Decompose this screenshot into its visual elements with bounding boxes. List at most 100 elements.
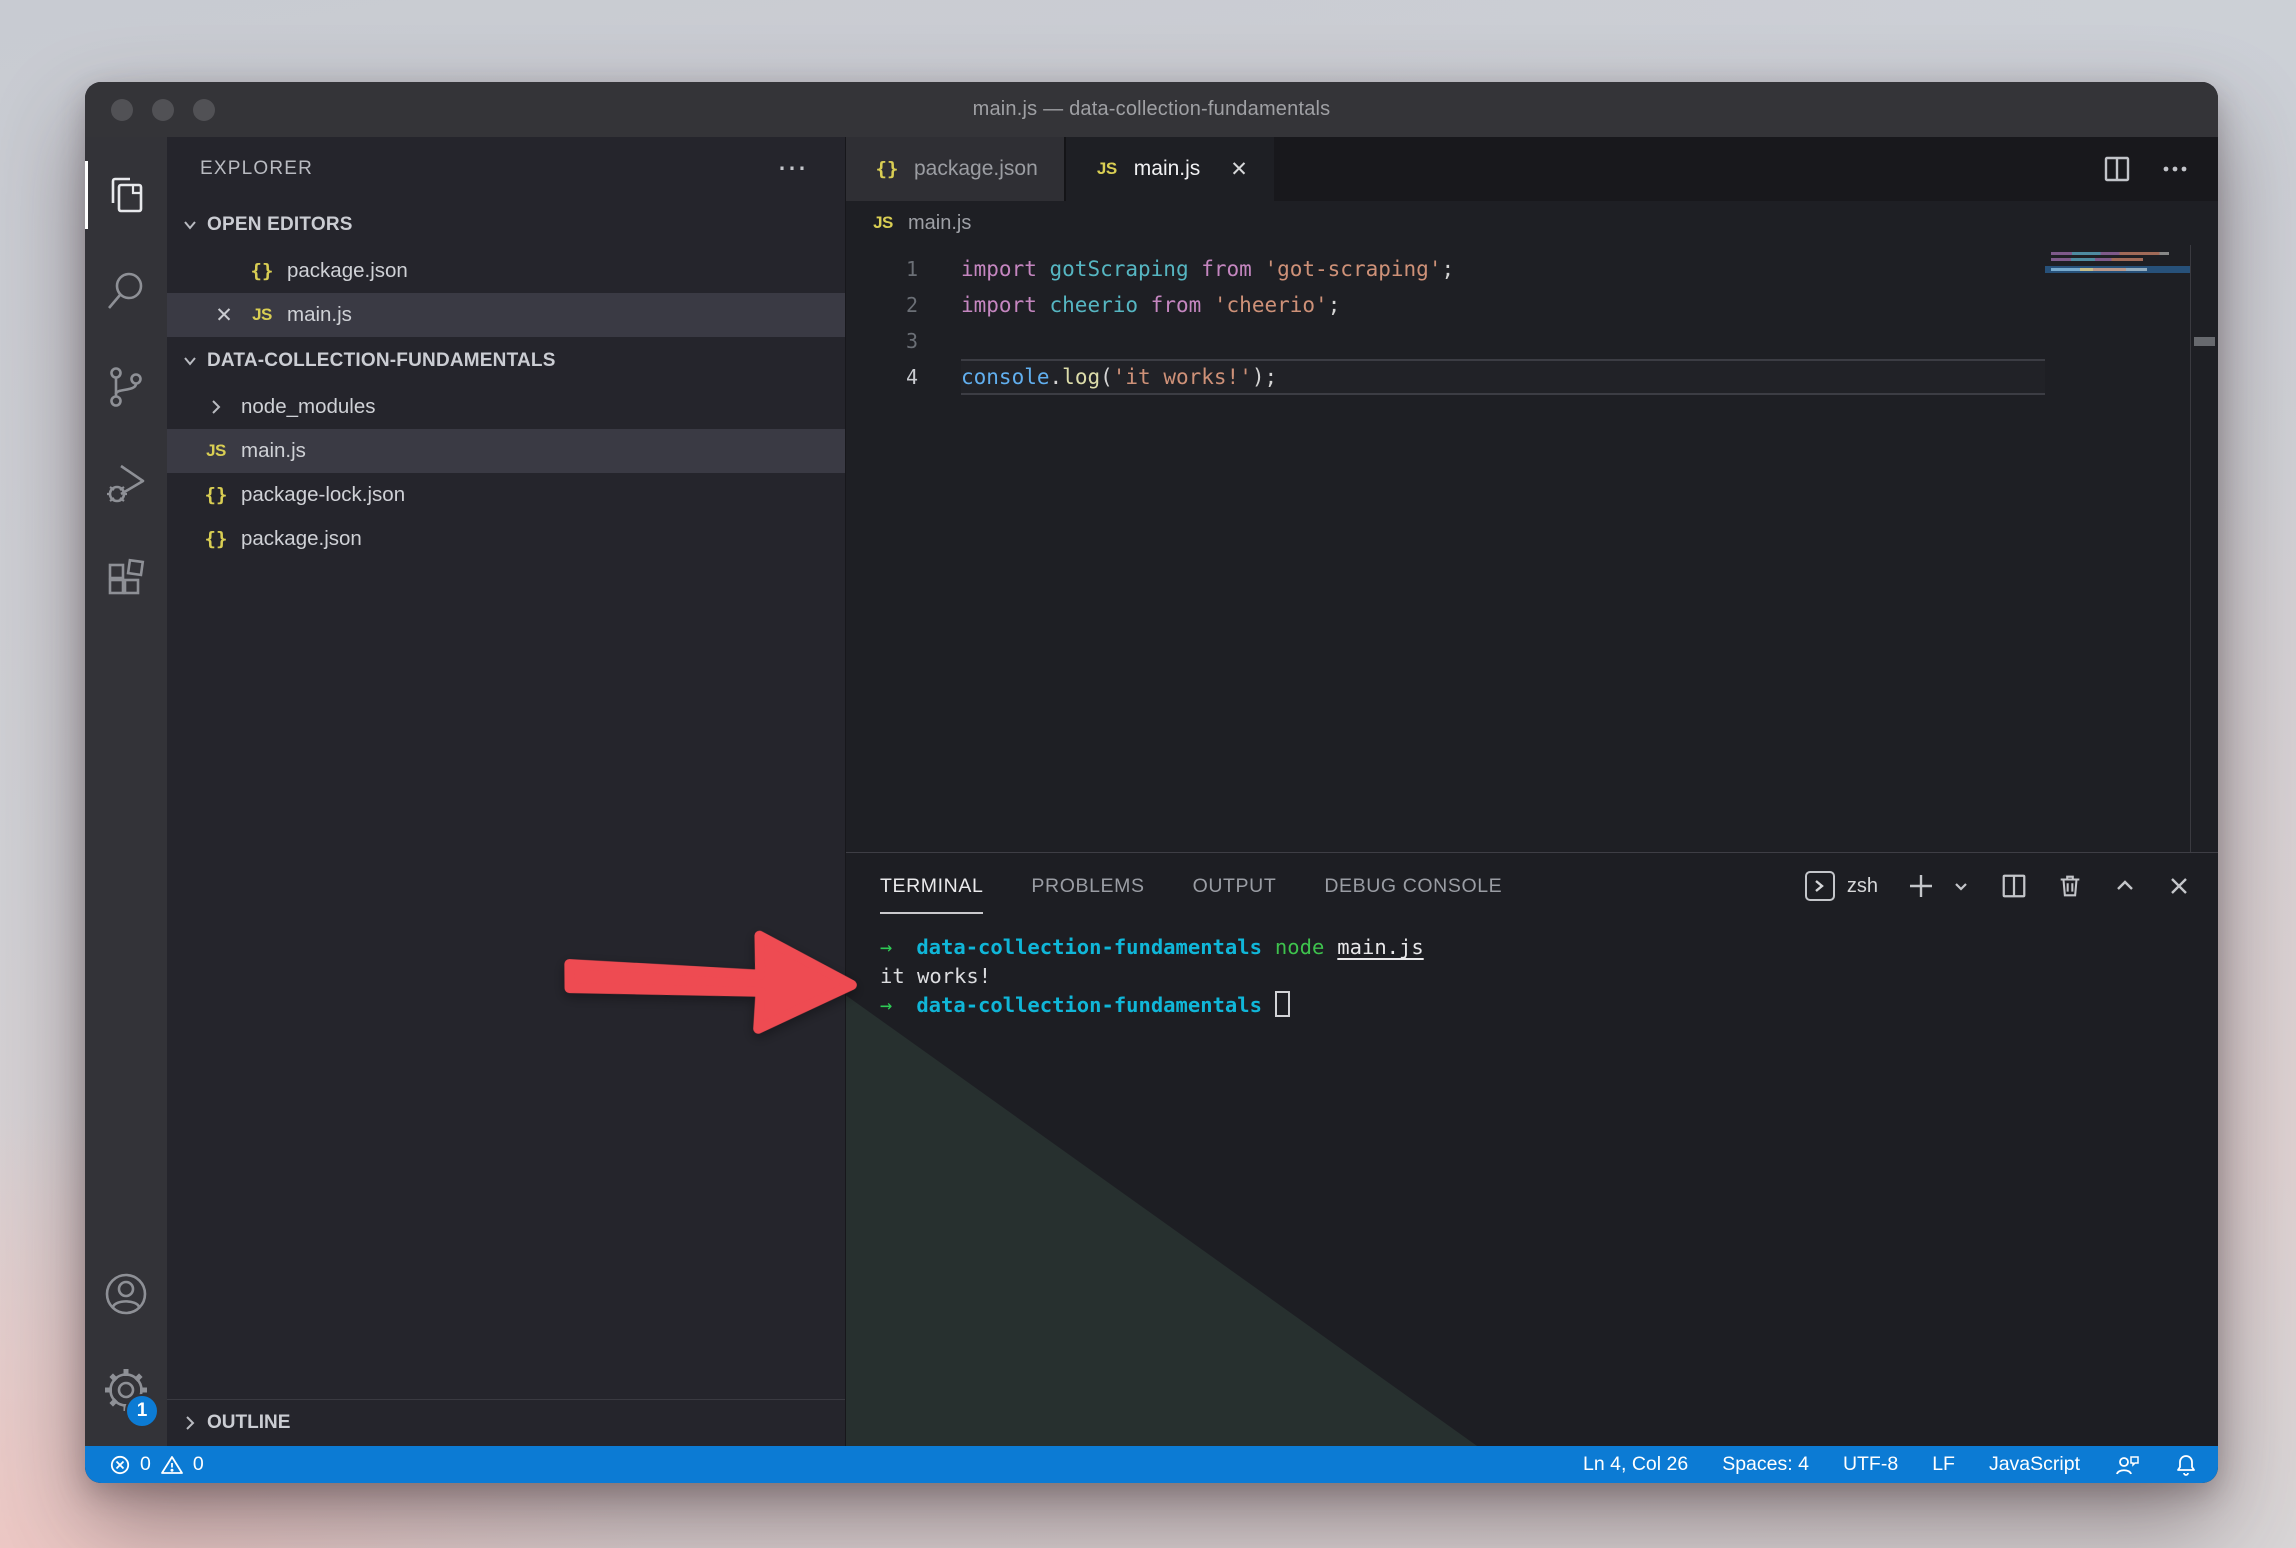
problems-status[interactable]: 0 0 <box>109 1453 204 1476</box>
indentation[interactable]: Spaces: 4 <box>1722 1453 1809 1476</box>
terminal-result-line: it works! <box>880 962 2218 991</box>
account-icon <box>102 1270 150 1318</box>
activity-source-control[interactable] <box>85 339 167 435</box>
feedback-icon <box>2114 1453 2140 1477</box>
project-section-header[interactable]: DATA-COLLECTION-FUNDAMENTALS <box>167 337 845 385</box>
outline-section-header[interactable]: OUTLINE <box>167 1399 845 1446</box>
panel-header: TERMINAL PROBLEMS OUTPUT DEBUG CONSOLE z… <box>846 853 2218 919</box>
minimize-window-button[interactable] <box>152 99 174 121</box>
tree-item-package-json[interactable]: {} package.json <box>167 517 845 561</box>
extensions-icon <box>103 556 149 602</box>
new-terminal-button[interactable] <box>1906 871 1936 901</box>
open-editor-item-package-json[interactable]: {} package.json <box>167 249 845 293</box>
encoding[interactable]: UTF-8 <box>1843 1453 1898 1476</box>
plus-icon <box>1906 871 1936 901</box>
chevron-up-icon <box>2112 873 2138 899</box>
activity-extensions[interactable] <box>85 531 167 627</box>
titlebar[interactable]: main.js — data-collection-fundamentals <box>85 82 2218 137</box>
explorer-header: EXPLORER ⋯ <box>167 137 845 201</box>
terminal-dropdown-button[interactable] <box>1950 875 1972 897</box>
notifications-button[interactable] <box>2174 1453 2198 1477</box>
code-line-2: import cheerio from 'cheerio'; <box>961 287 2045 323</box>
split-editor-icon[interactable] <box>2102 154 2132 184</box>
explorer-title: EXPLORER <box>200 158 313 180</box>
breadcrumb-file[interactable]: main.js <box>908 212 971 235</box>
tab-main-js[interactable]: JS main.js ✕ <box>1066 137 1274 201</box>
desktop-background: main.js — data-collection-fundamentals <box>0 0 2296 1548</box>
close-icon[interactable]: ✕ <box>1230 157 1248 182</box>
terminal-output[interactable]: →data-collection-fundamentalsnodemain.js… <box>846 919 2218 1020</box>
js-file-icon: JS <box>868 213 898 233</box>
terminal-icon <box>1805 871 1835 901</box>
activity-run-debug[interactable] <box>85 435 167 531</box>
activity-account[interactable] <box>85 1246 167 1342</box>
panel-tab-terminal[interactable]: TERMINAL <box>880 871 983 902</box>
tree-item-package-lock-json[interactable]: {} package-lock.json <box>167 473 845 517</box>
window-title: main.js — data-collection-fundamentals <box>973 98 1331 121</box>
tree-item-node-modules[interactable]: node_modules <box>167 385 845 429</box>
status-bar: 0 0 Ln 4, Col 26 Spaces: 4 UTF-8 LF Java… <box>85 1446 2218 1483</box>
terminal-command-line: →data-collection-fundamentalsnodemain.js <box>880 933 2218 962</box>
panel-tabs: TERMINAL PROBLEMS OUTPUT DEBUG CONSOLE <box>880 871 1502 902</box>
code-line-4: console.log('it works!'); <box>961 359 2045 395</box>
js-file-icon: JS <box>247 305 277 325</box>
tab-bar: {} package.json JS main.js ✕ <box>846 137 2218 201</box>
panel-tab-debug-console[interactable]: DEBUG CONSOLE <box>1324 871 1502 902</box>
files-icon <box>103 172 149 218</box>
close-icon[interactable]: ✕ <box>211 303 237 328</box>
panel-actions: zsh <box>1805 871 2192 901</box>
open-editor-item-main-js[interactable]: ✕ JS main.js <box>167 293 845 337</box>
vscode-window: main.js — data-collection-fundamentals <box>85 82 2218 1483</box>
json-file-icon: {} <box>247 260 277 282</box>
open-editors-section-header[interactable]: OPEN EDITORS <box>167 201 845 249</box>
run-debug-icon <box>103 460 149 506</box>
tab-package-json[interactable]: {} package.json <box>846 137 1066 201</box>
split-terminal-button[interactable] <box>2000 872 2028 900</box>
zoom-window-button[interactable] <box>193 99 215 121</box>
line-numbers-gutter: 1 2 3 4 <box>846 245 961 852</box>
activity-search[interactable] <box>85 243 167 339</box>
minimap[interactable] <box>2045 245 2190 852</box>
chevron-right-icon <box>179 1412 201 1434</box>
js-file-icon: JS <box>1092 159 1122 179</box>
language-mode[interactable]: JavaScript <box>1989 1453 2080 1476</box>
terminal-cursor <box>1275 991 1290 1017</box>
js-file-icon: JS <box>201 441 231 461</box>
cursor-position[interactable]: Ln 4, Col 26 <box>1583 1453 1688 1476</box>
close-panel-button[interactable] <box>2166 873 2192 899</box>
editor-scrollbar[interactable] <box>2190 245 2218 852</box>
settings-badge: 1 <box>125 1394 159 1428</box>
close-window-button[interactable] <box>111 99 133 121</box>
code-line-3 <box>961 323 2045 359</box>
code-area[interactable]: import gotScraping from 'got-scraping'; … <box>961 245 2045 852</box>
terminal-panel: TERMINAL PROBLEMS OUTPUT DEBUG CONSOLE z… <box>846 852 2218 1446</box>
activity-settings[interactable]: 1 <box>85 1342 167 1438</box>
terminal-prompt-line: →data-collection-fundamentals <box>880 991 2218 1020</box>
source-control-icon <box>103 364 149 410</box>
window-controls <box>111 82 215 137</box>
json-file-icon: {} <box>872 158 902 180</box>
panel-tab-problems[interactable]: PROBLEMS <box>1031 871 1144 902</box>
search-icon <box>103 268 149 314</box>
minimap-line <box>2051 258 2143 261</box>
maximize-panel-button[interactable] <box>2112 873 2138 899</box>
eol-sequence[interactable]: LF <box>1932 1453 1955 1476</box>
editor-actions <box>2102 137 2218 201</box>
kill-terminal-button[interactable] <box>2056 872 2084 900</box>
minimap-current-line <box>2045 266 2190 273</box>
breadcrumb: JS main.js <box>846 201 2218 245</box>
minimap-line <box>2051 252 2169 255</box>
bell-icon <box>2174 1453 2198 1477</box>
chevron-down-icon <box>179 214 201 236</box>
explorer-more-actions-button[interactable]: ⋯ <box>777 164 809 174</box>
panel-tab-output[interactable]: OUTPUT <box>1193 871 1277 902</box>
tree-item-main-js[interactable]: JS main.js <box>167 429 845 473</box>
error-icon <box>109 1454 131 1476</box>
activity-explorer[interactable] <box>85 147 167 243</box>
more-actions-icon[interactable] <box>2160 154 2190 184</box>
code-editor[interactable]: 1 2 3 4 import gotScraping from 'got-scr… <box>846 245 2218 852</box>
scrollbar-cursor-marker <box>2194 337 2215 346</box>
shell-selector[interactable]: zsh <box>1805 871 1878 901</box>
feedback-button[interactable] <box>2114 1453 2140 1477</box>
activity-bar: 1 <box>85 137 167 1446</box>
